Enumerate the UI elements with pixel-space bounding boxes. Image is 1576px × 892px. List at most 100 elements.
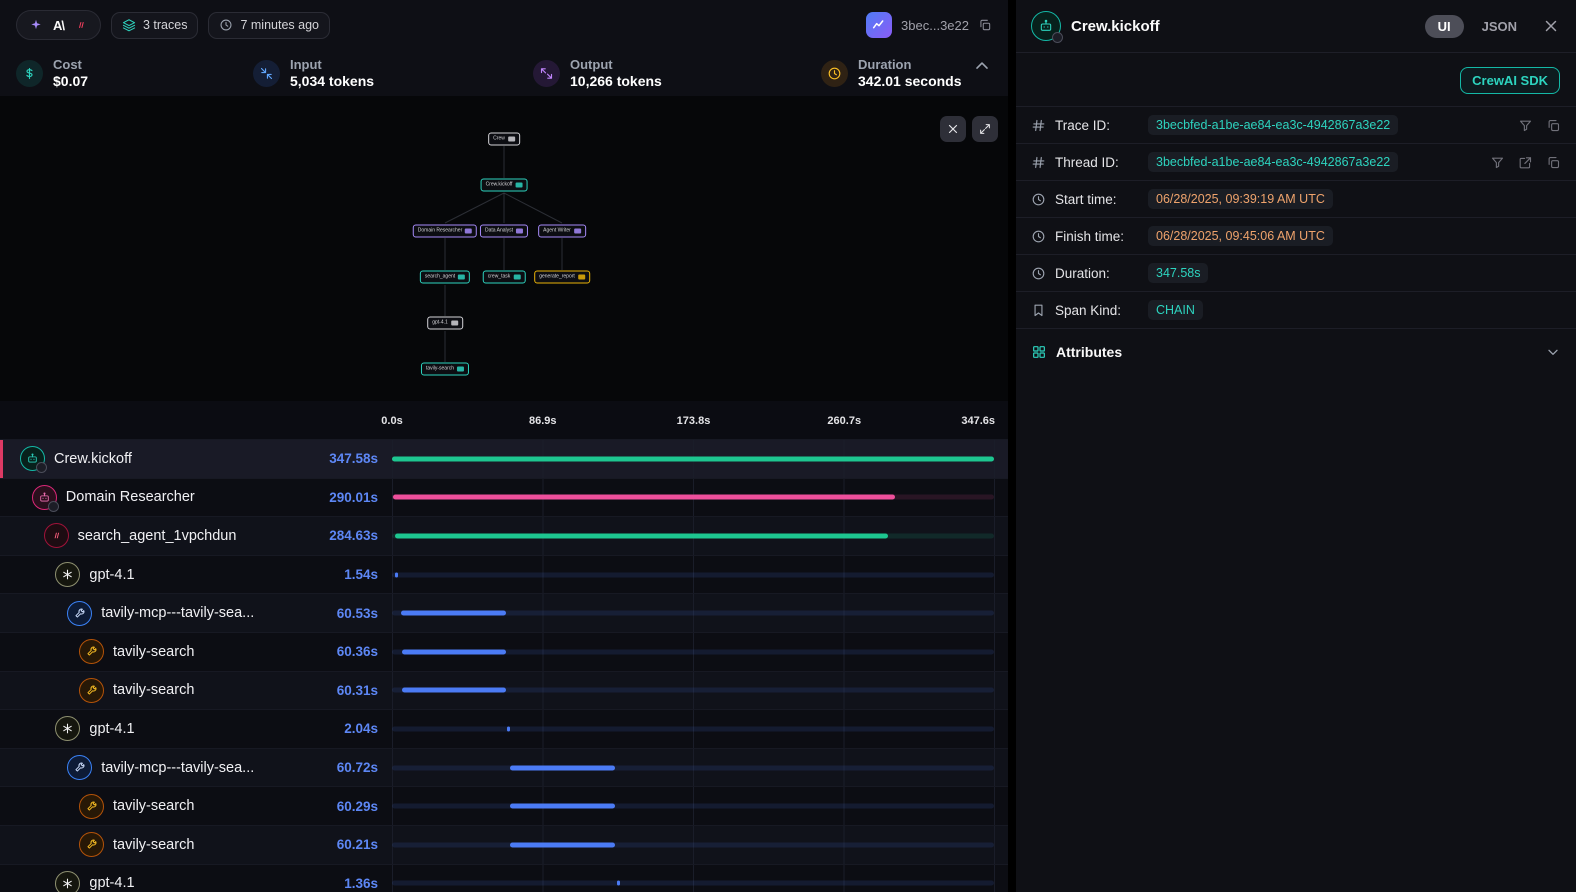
trace-row[interactable]: tavily-search60.29s (0, 786, 1008, 825)
arrowsOut-icon (533, 60, 560, 87)
app-root: A\ 3 traces 7 minutes ago 3bec...3e22 Co… (0, 0, 1576, 892)
span-name: gpt-4.1 (89, 721, 134, 737)
span-duration: 347.58s (329, 451, 378, 466)
field-value[interactable]: 347.58s (1148, 263, 1208, 283)
trace-topbar: A\ 3 traces 7 minutes ago 3bec...3e22 (0, 0, 1008, 50)
trace-age-label: 7 minutes ago (240, 18, 319, 32)
graph-node[interactable]: tavily-search (421, 363, 469, 376)
trace-row[interactable]: tavily-search60.31s (0, 671, 1008, 710)
trace-row[interactable]: tavily-search 60.36s (0, 632, 1008, 671)
trace-row[interactable]: gpt-4.11.36s (0, 864, 1008, 892)
span-name: tavily-search (113, 798, 194, 814)
span-name: search_agent_1vpchdun (78, 528, 237, 544)
span-name: tavily-search (113, 644, 194, 660)
collapse-stats-button[interactable] (972, 56, 992, 76)
crew-icon (20, 446, 45, 471)
trace-row[interactable]: tavily-mcp---tavily-sea...60.53s (0, 593, 1008, 632)
external-link-icon[interactable] (1518, 155, 1533, 170)
trace-row[interactable]: Domain Researcher290.01s (0, 478, 1008, 517)
graph-node[interactable]: Domain Researcher (413, 225, 477, 238)
field-value[interactable]: 3becbfed-a1be-ae84-ea3c-4942867a3e22 (1148, 152, 1398, 172)
graph-node[interactable]: gpt-4.1 (427, 317, 463, 330)
trace-row-label: tavily-search60.21s (0, 826, 392, 864)
span-duration: 2.04s (344, 721, 378, 736)
graph-node[interactable]: crew_task (483, 271, 526, 284)
graph-node[interactable]: Crew.kickoff (481, 179, 528, 192)
field-row: Thread ID: 3becbfed-a1be-ae84-ea3c-494286… (1016, 143, 1576, 180)
dollar-icon (16, 60, 43, 87)
graph-node-tag (508, 137, 515, 142)
trace-row-label: Domain Researcher290.01s (0, 479, 392, 517)
graph-expand-button[interactable] (972, 116, 998, 142)
field-row: Span Kind:CHAIN (1016, 291, 1576, 328)
provider-logos: A\ (16, 10, 101, 40)
axis-tick: 260.7s (827, 415, 861, 427)
graph-node-tag (457, 367, 464, 372)
span-bar-track (392, 804, 994, 809)
span-name: tavily-mcp---tavily-sea... (101, 760, 254, 776)
graph-node-label: Agent Writer (543, 229, 571, 234)
clock-icon (821, 60, 848, 87)
axis-tick: 0.0s (381, 415, 402, 427)
traces-count-label: 3 traces (143, 18, 187, 32)
copy-trace-id-button[interactable] (978, 18, 992, 32)
span-duration: 60.36s (337, 644, 378, 659)
layers-icon (122, 18, 136, 32)
stat-cost: Cost$0.07 (16, 57, 253, 89)
tab-ui[interactable]: UI (1425, 15, 1464, 38)
trace-row-label: gpt-4.1 2.04s (0, 710, 392, 748)
trace-row[interactable]: gpt-4.1 1.54s (0, 555, 1008, 594)
trace-row-label: tavily-search60.29s (0, 787, 392, 825)
span-duration: 1.36s (344, 876, 378, 891)
graph-node[interactable]: generate_report (534, 271, 590, 284)
trace-row[interactable]: Crew.kickoff347.58s (0, 439, 1008, 478)
tab-json[interactable]: JSON (1474, 15, 1525, 38)
span-bar-track (392, 765, 994, 770)
graph-node[interactable]: Crew (488, 133, 520, 146)
field-label: Duration: (1055, 266, 1139, 281)
panel-close-button[interactable] (1541, 16, 1561, 36)
span-bar (393, 495, 895, 500)
field-value[interactable]: 06/28/2025, 09:45:06 AM UTC (1148, 226, 1333, 246)
trace-row-chart (392, 826, 995, 864)
topbar-right: 3bec...3e22 (866, 12, 992, 38)
graph-node[interactable]: search_agent (420, 271, 470, 284)
traces-count-badge[interactable]: 3 traces (111, 12, 198, 39)
tool-icon (79, 678, 104, 703)
anthropic-logo-icon: A\ (53, 18, 64, 33)
detail-panel-header: Crew.kickoff UI JSON (1016, 0, 1576, 53)
copy-icon[interactable] (1546, 118, 1561, 133)
trace-row[interactable]: tavily-mcp---tavily-sea...60.72s (0, 748, 1008, 787)
span-duration: 284.63s (329, 528, 378, 543)
graph-node-tag (458, 275, 465, 280)
attributes-section-header[interactable]: Attributes (1016, 328, 1576, 374)
field-label: Thread ID: (1055, 155, 1139, 170)
trace-row[interactable]: gpt-4.1 2.04s (0, 709, 1008, 748)
trace-row[interactable]: search_agent_1vpchdun 284.63s (0, 516, 1008, 555)
graph-close-button[interactable] (940, 116, 966, 142)
graph-node[interactable]: Agent Writer (538, 225, 586, 238)
clock-icon (1031, 192, 1046, 207)
graph-node-tag (516, 229, 523, 234)
stat-label: Duration (858, 57, 962, 72)
filter-icon[interactable] (1518, 118, 1533, 133)
trace-row-chart (392, 479, 995, 517)
graph-node-tag (513, 275, 520, 280)
clock-icon (1031, 266, 1046, 281)
filter-icon[interactable] (1490, 155, 1505, 170)
span-bar-track (392, 572, 994, 577)
graph-node-label: Domain Researcher (418, 229, 462, 234)
span-name: gpt-4.1 (89, 567, 134, 583)
trace-row-label: gpt-4.11.36s (0, 865, 392, 892)
panel-title: Crew.kickoff (1071, 18, 1160, 35)
field-actions (1518, 118, 1561, 133)
trace-row[interactable]: tavily-search60.21s (0, 825, 1008, 864)
field-value[interactable]: CHAIN (1148, 300, 1203, 320)
field-value[interactable]: 06/28/2025, 09:39:19 AM UTC (1148, 189, 1333, 209)
span-duration: 1.54s (344, 567, 378, 582)
copy-icon[interactable] (1546, 155, 1561, 170)
field-value[interactable]: 3becbfed-a1be-ae84-ea3c-4942867a3e22 (1148, 115, 1398, 135)
trace-row-label: tavily-search60.31s (0, 672, 392, 710)
graph-node[interactable]: Data Analyst (480, 225, 528, 238)
span-duration: 290.01s (329, 490, 378, 505)
